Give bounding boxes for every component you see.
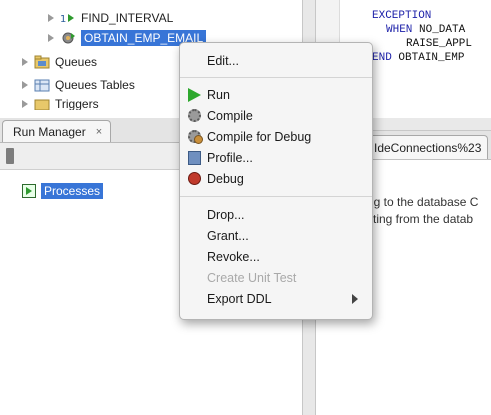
menu-item-label: Compile [207,109,253,123]
code-text: OBTAIN_EMP [391,52,465,64]
log-line: ng to the database C [367,195,479,209]
expand-arrow-icon[interactable] [48,14,54,22]
submenu-arrow-icon [352,294,358,304]
code-keyword: WHEN [386,24,413,36]
close-icon[interactable]: × [96,126,102,138]
code-keyword: END [372,52,392,64]
context-menu: Edit... Run Compile Compile for Debug Pr… [179,42,373,320]
menu-item-grant[interactable]: Grant... [180,226,372,246]
stop-button[interactable] [6,148,14,164]
compile-icon [188,109,203,124]
menu-item-label: Grant... [207,229,249,243]
menu-item-export-ddl[interactable]: Export DDL [180,289,372,309]
menu-separator [180,196,372,197]
expand-arrow-icon[interactable] [22,100,28,108]
menu-item-label: Export DDL [207,292,272,306]
menu-item-label: Run [207,88,230,102]
svg-text:1: 1 [60,14,66,25]
tab-ide-connections[interactable]: IdeConnections%23 [367,135,489,159]
menu-item-label: Drop... [207,208,245,222]
expand-arrow-icon[interactable] [48,34,54,42]
folder-icon [34,98,50,110]
menu-item-label: Profile... [207,151,253,165]
processes-label: Processes [41,183,104,199]
menu-item-label: Compile for Debug [207,130,312,144]
table-folder-icon [34,78,50,92]
menu-item-create-unit-test: Create Unit Test [180,268,372,288]
expand-arrow-icon[interactable] [22,81,28,89]
process-icon [22,184,36,198]
function-gear-icon [60,31,76,45]
tree-item-queues[interactable]: Queues [22,53,97,71]
run-icon [188,88,203,103]
tree-item-label: FIND_INTERVAL [81,11,174,25]
tree-item-label: Triggers [55,98,99,110]
menu-item-run[interactable]: Run [180,85,372,105]
menu-item-label: Revoke... [207,250,260,264]
tab-label: IdeConnections%23 [374,140,482,155]
tree-item-label: Queues [55,55,98,69]
menu-item-revoke[interactable]: Revoke... [180,247,372,267]
folder-icon [34,55,50,69]
menu-item-label: Debug [207,172,244,186]
menu-item-edit[interactable]: Edit... [180,51,372,71]
tree-item-triggers[interactable]: Triggers [22,98,99,110]
menu-item-drop[interactable]: Drop... [180,205,372,225]
code-text: NO_DATA [412,24,466,36]
debug-icon [188,172,203,187]
expand-arrow-icon[interactable] [22,58,28,66]
log-line: cting from the datab [367,212,474,226]
tree-item-label: Queues Tables [55,78,135,92]
function-icon: 1 [60,11,76,25]
profile-icon [188,151,203,166]
tree-item-find-interval[interactable]: 1 FIND_INTERVAL [48,9,173,27]
tab-label: Run Manager [13,124,86,139]
menu-separator [180,77,372,78]
compile-debug-icon [188,130,203,145]
tab-run-manager[interactable]: Run Manager × [2,120,112,142]
tree-item-queues-tables[interactable]: Queues Tables [22,76,135,94]
menu-item-debug[interactable]: Debug [180,169,372,189]
menu-item-label: Edit... [207,54,239,68]
menu-item-profile[interactable]: Profile... [180,148,372,168]
menu-item-compile-for-debug[interactable]: Compile for Debug [180,127,372,147]
code-text: RAISE_APPL [406,38,473,50]
code-keyword: EXCEPTION [372,10,432,22]
menu-item-compile[interactable]: Compile [180,106,372,126]
menu-item-label: Create Unit Test [207,271,297,285]
processes-node[interactable]: Processes [22,182,104,200]
